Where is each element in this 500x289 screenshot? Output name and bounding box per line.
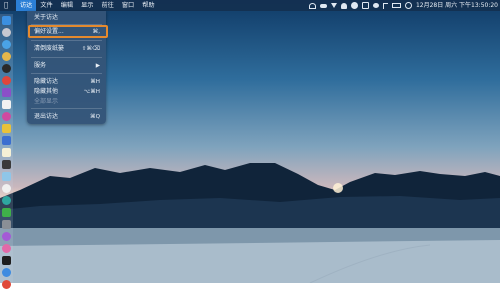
- menu-item-label: 关于访达: [34, 14, 59, 21]
- menu-item-label: 隐藏其他: [34, 88, 59, 95]
- apple-icon[interactable]: : [0, 0, 16, 11]
- annotation-highlight-box: [28, 25, 108, 38]
- clock-text[interactable]: 12月28日 周六 下午13:50:20: [416, 0, 498, 11]
- app-black-icon[interactable]: [2, 256, 11, 265]
- menu-item-hide-others[interactable]: 隐藏其他 ⌥⌘H: [27, 87, 106, 97]
- menu-item-label: 清倒废纸篓: [34, 45, 65, 52]
- finder-icon[interactable]: [2, 16, 11, 25]
- menu-finder[interactable]: 访达: [16, 0, 37, 11]
- qq-icon[interactable]: [2, 64, 11, 73]
- launchpad-icon[interactable]: [2, 28, 11, 37]
- app-red2-icon[interactable]: [2, 280, 11, 289]
- app-purple-icon[interactable]: [2, 88, 11, 97]
- menu-item-about[interactable]: 关于访达: [27, 13, 106, 23]
- menu-go[interactable]: 前往: [98, 0, 118, 11]
- menu-item-show-all: 全部显示: [27, 97, 106, 107]
- ghost-icon[interactable]: [350, 2, 358, 9]
- app-red-icon[interactable]: [2, 76, 11, 85]
- wechat-icon[interactable]: [372, 3, 379, 8]
- app-white-icon[interactable]: [2, 184, 11, 193]
- wifi-icon[interactable]: [308, 2, 316, 9]
- music-icon[interactable]: [382, 2, 388, 9]
- sun-glow: [333, 183, 343, 193]
- menu-edit[interactable]: 编辑: [57, 0, 77, 11]
- calendar-icon[interactable]: [2, 100, 11, 109]
- cloud-icon[interactable]: [319, 3, 327, 8]
- app-lightblue-icon[interactable]: [2, 172, 11, 181]
- menu-item-label: 退出访达: [34, 113, 59, 120]
- menu-item-hide-finder[interactable]: 隐藏访达 ⌘H: [27, 77, 106, 87]
- menu-item-empty-trash[interactable]: 清倒废纸篓 ⇧⌘⌫: [27, 44, 106, 54]
- menu-divider: [31, 40, 102, 41]
- app-teal-icon[interactable]: [2, 196, 11, 205]
- menu-item-shortcut: ⌘H: [90, 79, 100, 85]
- app-gray-icon[interactable]: [2, 220, 11, 229]
- dock: [0, 14, 13, 289]
- menu-bar:  访达 文件 编辑 显示 前往 窗口 帮助 12月28日 周六 下午13:50…: [0, 0, 500, 11]
- menu-divider: [31, 57, 102, 58]
- app-green-icon[interactable]: [2, 208, 11, 217]
- app-dark-icon[interactable]: [2, 160, 11, 169]
- app-yellow-icon[interactable]: [2, 124, 11, 133]
- menu-item-shortcut: ⇧⌘⌫: [81, 46, 100, 52]
- app-blue-icon[interactable]: [2, 136, 11, 145]
- menu-divider: [31, 108, 102, 109]
- menu-item-shortcut: ⌘Q: [90, 114, 100, 120]
- menu-view[interactable]: 显示: [77, 0, 97, 11]
- download-icon[interactable]: [330, 3, 337, 8]
- bell-icon[interactable]: [340, 2, 347, 9]
- submenu-arrow-icon: ▶: [95, 63, 100, 69]
- photos-icon[interactable]: [2, 112, 11, 121]
- battery-icon[interactable]: [391, 3, 401, 8]
- notes-icon[interactable]: [2, 148, 11, 157]
- menu-item-label: 隐藏访达: [34, 78, 59, 85]
- menu-item-label: 全部显示: [34, 98, 59, 105]
- menu-file[interactable]: 文件: [36, 0, 56, 11]
- menu-help[interactable]: 帮助: [138, 0, 158, 11]
- menu-item-services[interactable]: 服务 ▶: [27, 61, 106, 71]
- menu-item-label: 服务: [34, 62, 47, 69]
- s-icon[interactable]: [361, 2, 369, 9]
- menu-window[interactable]: 窗口: [118, 0, 138, 11]
- clock-icon[interactable]: [404, 2, 412, 9]
- safari-icon[interactable]: [2, 40, 11, 49]
- app-pink-icon[interactable]: [2, 244, 11, 253]
- app-blue2-icon[interactable]: [2, 268, 11, 277]
- menu-item-shortcut: ⌥⌘H: [83, 89, 100, 95]
- status-area: 12月28日 周六 下午13:50:20: [308, 0, 498, 11]
- menu-item-quit[interactable]: 退出访达 ⌘Q: [27, 112, 106, 122]
- chrome-icon[interactable]: [2, 52, 11, 61]
- menu-divider: [31, 73, 102, 74]
- app-violet-icon[interactable]: [2, 232, 11, 241]
